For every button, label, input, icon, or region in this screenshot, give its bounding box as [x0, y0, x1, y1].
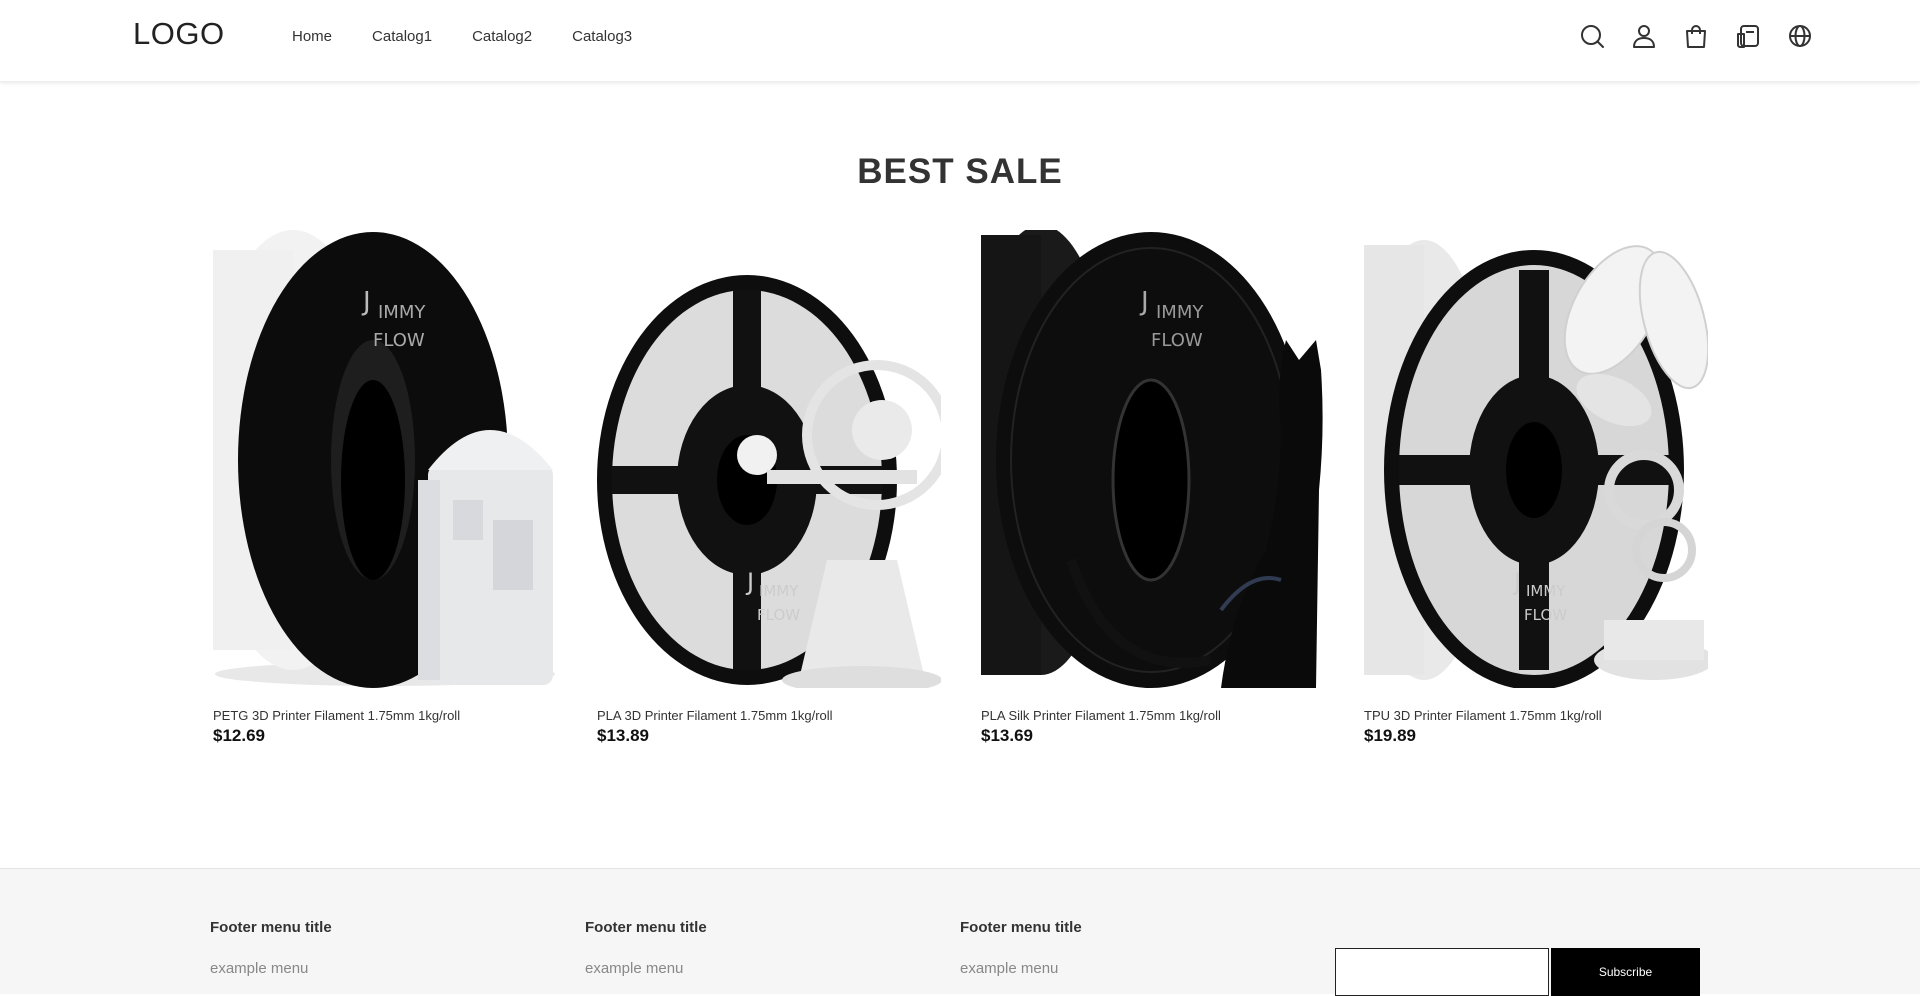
- footer-column: Footer menu title example menu: [960, 919, 1082, 977]
- site-footer: Footer menu title example menu Footer me…: [0, 868, 1920, 996]
- footer-menu-title: Footer menu title: [960, 919, 1082, 936]
- order-icon[interactable]: [1734, 22, 1762, 50]
- nav-catalog2[interactable]: Catalog2: [472, 28, 532, 45]
- subscribe-button[interactable]: Subscribe: [1551, 948, 1700, 996]
- product-image[interactable]: J IMMY FLOW: [981, 230, 1325, 688]
- product-price: $13.89: [597, 726, 649, 745]
- product-price: $13.69: [981, 726, 1033, 745]
- svg-text:J: J: [361, 287, 371, 317]
- site-logo[interactable]: LOGO: [133, 16, 225, 52]
- product-card[interactable]: J IMMY FLOW PLA 3D Printer Filament 1.75…: [597, 230, 941, 746]
- product-image[interactable]: J IMMY FLOW: [213, 230, 557, 688]
- section-title: BEST SALE: [857, 152, 1063, 191]
- nav-home[interactable]: Home: [292, 28, 332, 45]
- svg-text:J: J: [745, 568, 754, 596]
- product-price: $19.89: [1364, 726, 1416, 745]
- cart-icon[interactable]: [1682, 22, 1710, 50]
- footer-column: Footer menu title example menu: [585, 919, 707, 977]
- footer-menu-link[interactable]: example menu: [210, 960, 332, 977]
- product-price: $12.69: [213, 726, 265, 745]
- site-header: LOGO Home Catalog1 Catalog2 Catalog3: [0, 0, 1920, 82]
- svg-text:IMMY: IMMY: [1526, 582, 1566, 600]
- svg-text:IMMY: IMMY: [1156, 302, 1204, 323]
- svg-text:J: J: [1512, 568, 1521, 596]
- footer-menu-title: Footer menu title: [585, 919, 707, 936]
- product-name[interactable]: PLA Silk Printer Filament 1.75mm 1kg/rol…: [981, 708, 1325, 723]
- globe-icon[interactable]: [1786, 22, 1814, 50]
- search-icon[interactable]: [1578, 22, 1606, 50]
- user-icon[interactable]: [1630, 22, 1658, 50]
- svg-text:FLOW: FLOW: [373, 330, 425, 351]
- product-name[interactable]: PETG 3D Printer Filament 1.75mm 1kg/roll: [213, 708, 557, 723]
- product-image[interactable]: J IMMY FLOW: [1364, 230, 1708, 688]
- footer-menu-link[interactable]: example menu: [585, 960, 707, 977]
- footer-menu-link[interactable]: example menu: [960, 960, 1082, 977]
- header-icons: [1578, 22, 1838, 50]
- svg-text:FLOW: FLOW: [1524, 606, 1567, 624]
- product-name[interactable]: PLA 3D Printer Filament 1.75mm 1kg/roll: [597, 708, 941, 723]
- svg-text:IMMY: IMMY: [378, 302, 426, 323]
- svg-text:J: J: [1139, 287, 1149, 317]
- main-nav: Home Catalog1 Catalog2 Catalog3: [292, 28, 672, 45]
- svg-text:FLOW: FLOW: [1151, 330, 1203, 351]
- product-image[interactable]: J IMMY FLOW: [597, 230, 941, 688]
- footer-menu-title: Footer menu title: [210, 919, 332, 936]
- nav-catalog1[interactable]: Catalog1: [372, 28, 432, 45]
- email-input[interactable]: [1335, 948, 1549, 996]
- product-name[interactable]: TPU 3D Printer Filament 1.75mm 1kg/roll: [1364, 708, 1708, 723]
- product-card[interactable]: J IMMY FLOW PETG 3D Printer Filament 1.7…: [213, 230, 557, 746]
- nav-catalog3[interactable]: Catalog3: [572, 28, 632, 45]
- footer-column: Footer menu title example menu: [210, 919, 332, 977]
- svg-text:FLOW: FLOW: [757, 606, 800, 624]
- product-card[interactable]: J IMMY FLOW TPU 3D Printer Filament 1.75…: [1364, 230, 1708, 746]
- product-card[interactable]: J IMMY FLOW PLA Silk Printer Filament 1.…: [981, 230, 1325, 746]
- svg-text:IMMY: IMMY: [759, 582, 799, 600]
